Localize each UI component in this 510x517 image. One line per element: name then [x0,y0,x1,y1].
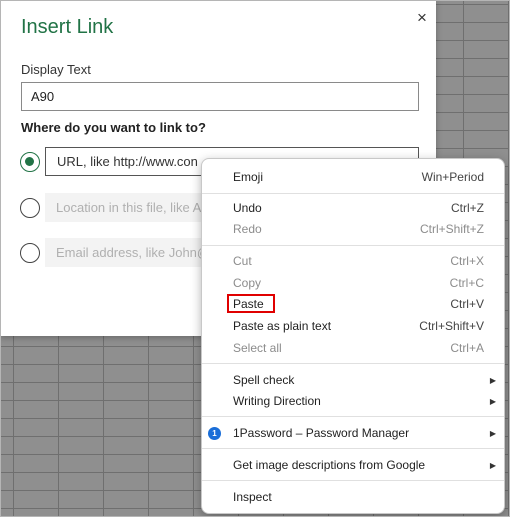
menu-item-shortcut: Ctrl+Shift+Z [419,222,484,236]
menu-separator [202,245,504,246]
menu-item-shortcut: Ctrl+V [450,297,484,311]
menu-item-shortcut: Ctrl+Shift+V [419,319,484,333]
menu-item-shortcut: Ctrl+Z [451,201,484,215]
menu-item-emoji[interactable]: Emoji Win+Period [202,167,504,188]
url-radio[interactable] [20,152,40,172]
display-text-input[interactable]: A90 [21,82,419,111]
menu-item-label: Paste [233,297,264,311]
menu-item-paste-plain-text[interactable]: Paste as plain text Ctrl+Shift+V [202,316,504,337]
menu-item-writing-direction[interactable]: Writing Direction ▶ [202,391,504,412]
menu-item-label: Inspect [233,490,272,504]
email-radio[interactable] [20,243,40,263]
menu-item-label: 1Password – Password Manager [233,426,410,440]
submenu-arrow-icon: ▶ [489,461,496,470]
link-to-heading: Where do you want to link to? [21,120,206,135]
menu-item-label: Writing Direction [233,394,321,408]
close-button[interactable]: × [412,8,432,28]
menu-item-image-descriptions[interactable]: Get image descriptions from Google ▶ [202,455,504,476]
menu-item-redo: Redo Ctrl+Shift+Z [202,219,504,240]
menu-separator [202,480,504,481]
menu-item-label: Copy [233,276,262,290]
menu-item-label: Undo [233,201,262,215]
menu-item-1password[interactable]: 1 1Password – Password Manager ▶ [202,423,504,444]
menu-item-cut: Cut Ctrl+X [202,251,504,272]
menu-item-shortcut: Ctrl+A [450,341,484,355]
menu-item-label: Spell check [233,373,295,387]
menu-item-undo[interactable]: Undo Ctrl+Z [202,198,504,219]
display-text-label: Display Text [21,62,91,77]
menu-item-shortcut: Ctrl+X [450,254,484,268]
menu-item-label: Get image descriptions from Google [233,458,426,472]
context-menu: Emoji Win+Period Undo Ctrl+Z Redo Ctrl+S… [201,158,505,514]
menu-item-label: Emoji [233,170,264,184]
menu-item-label: Paste as plain text [233,319,332,333]
menu-item-label: Cut [233,254,252,268]
menu-separator [202,416,504,417]
submenu-arrow-icon: ▶ [489,397,496,406]
menu-item-shortcut: Win+Period [421,170,484,184]
menu-separator [202,193,504,194]
menu-item-spell-check[interactable]: Spell check ▶ [202,370,504,391]
1password-icon: 1 [208,427,221,440]
menu-item-shortcut: Ctrl+C [449,276,484,290]
menu-separator [202,363,504,364]
menu-item-copy: Copy Ctrl+C [202,273,504,294]
dialog-title: Insert Link [21,16,114,38]
menu-item-label: Redo [233,222,262,236]
location-radio[interactable] [20,198,40,218]
menu-separator [202,448,504,449]
menu-item-paste[interactable]: Paste Ctrl+V [202,294,504,315]
menu-item-select-all: Select all Ctrl+A [202,338,504,359]
menu-item-inspect[interactable]: Inspect [202,487,504,508]
submenu-arrow-icon: ▶ [489,429,496,438]
menu-item-label: Select all [233,341,282,355]
submenu-arrow-icon: ▶ [489,376,496,385]
